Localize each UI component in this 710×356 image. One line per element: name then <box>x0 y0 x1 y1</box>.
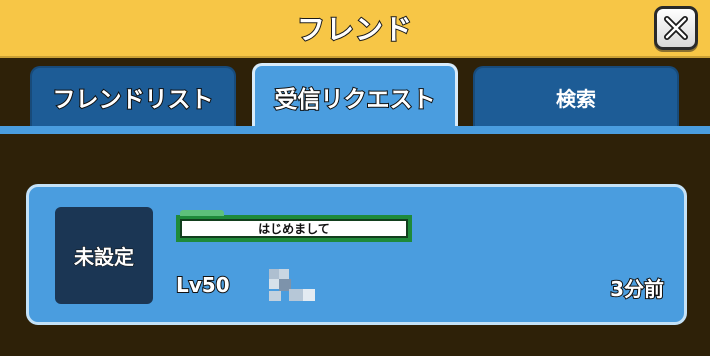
comment-text: はじめまして <box>258 222 330 236</box>
tab-search[interactable]: 検索 <box>473 66 679 126</box>
request-time: 3分前 <box>609 276 665 302</box>
tab-received-requests-label: 受信リクエスト <box>274 86 437 114</box>
tab-search-label: 検索 <box>556 86 596 111</box>
tab-received-requests[interactable]: 受信リクエスト <box>252 63 458 127</box>
comment-box-accent <box>180 210 224 216</box>
close-icon <box>664 16 688 40</box>
avatar[interactable]: 未設定 <box>55 207 153 304</box>
tab-underline <box>0 126 710 134</box>
comment-box: はじめまして <box>176 210 412 242</box>
friend-request-card[interactable]: 未設定 はじめまして Lv50 3分前 <box>26 184 687 325</box>
close-button[interactable] <box>654 6 698 50</box>
page-title: フレンド <box>296 12 413 47</box>
header-bar: フレンド <box>0 0 710 58</box>
player-level: Lv50 <box>175 272 231 298</box>
player-name-censored <box>269 269 317 303</box>
avatar-label: 未設定 <box>74 245 135 270</box>
tab-friend-list[interactable]: フレンドリスト <box>30 66 236 126</box>
tab-friend-list-label: フレンドリスト <box>52 86 215 114</box>
